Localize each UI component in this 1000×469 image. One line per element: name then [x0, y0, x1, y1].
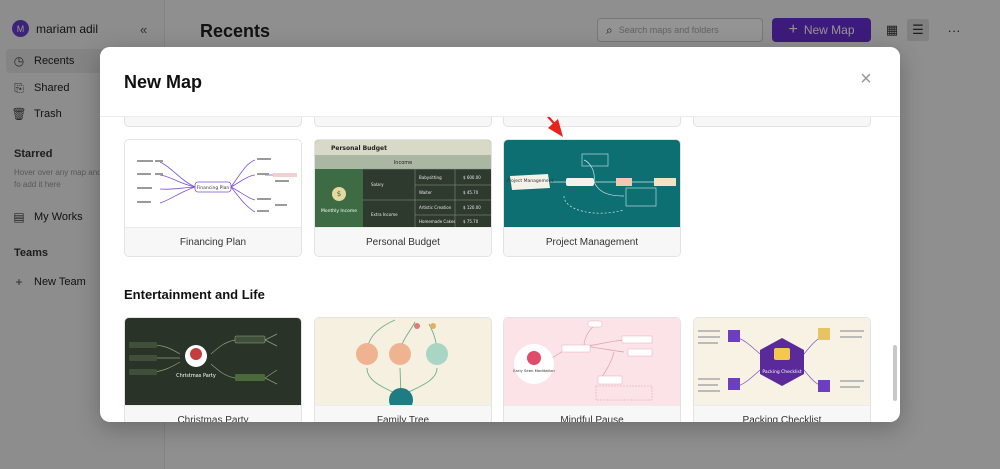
- budget-row-name: Homemade Cakes: [419, 219, 455, 224]
- mindful-pause-center: Early Seen Meditation: [513, 368, 555, 373]
- template-family-tree[interactable]: Family Tree: [314, 317, 492, 422]
- financing-plan-preview: Financing Plan: [125, 140, 301, 227]
- budget-row-value: $ 45.70: [463, 190, 479, 195]
- budget-row-name: Artistic Creation: [419, 205, 452, 210]
- family-tree-preview: [315, 318, 491, 405]
- template-card-partial[interactable]: [314, 117, 492, 127]
- template-packing-checklist[interactable]: Packing Checklist Packing Checklist: [693, 317, 871, 422]
- budget-row-value: $ 120.00: [463, 205, 481, 210]
- mindful-pause-preview: Early Seen Meditation: [504, 318, 680, 405]
- budget-row-name: Waiter: [419, 190, 432, 195]
- budget-subheading: Income: [394, 160, 412, 166]
- template-label: Financing Plan: [125, 227, 301, 256]
- template-card-partial[interactable]: [503, 117, 681, 127]
- dialog-header: New Map ×: [100, 47, 900, 117]
- template-financing-plan[interactable]: Financing Plan Financing Plan: [124, 139, 302, 257]
- christmas-party-center: Christmas Party: [176, 373, 216, 379]
- project-management-preview: Project Management: [504, 140, 680, 227]
- template-label: Mindful Pause: [504, 405, 680, 422]
- packing-checklist-preview: Packing Checklist: [694, 318, 870, 405]
- financing-plan-center: Financing Plan: [197, 185, 230, 191]
- template-label: Project Management: [504, 227, 680, 256]
- template-label: Family Tree: [315, 405, 491, 422]
- christmas-party-preview: Christmas Party: [125, 318, 301, 405]
- new-map-dialog: New Map × Financing Plan Financing Plan …: [100, 47, 900, 422]
- section-entertainment-title: Entertainment and Life: [124, 287, 265, 302]
- budget-side-label: Monthly Income: [321, 208, 357, 214]
- project-management-center: Project Management: [507, 178, 554, 184]
- template-label: Personal Budget: [315, 227, 491, 256]
- budget-group: Extra Income: [371, 212, 398, 217]
- template-card-partial[interactable]: [124, 117, 302, 127]
- template-mindful-pause[interactable]: Early Seen Meditation Mindful Pause: [503, 317, 681, 422]
- close-icon[interactable]: ×: [856, 68, 876, 90]
- budget-row-name: Babysitting: [419, 175, 442, 180]
- budget-heading: Personal Budget: [331, 145, 387, 152]
- budget-row-value: $ 75.70: [463, 219, 479, 224]
- template-label: Christmas Party: [125, 405, 301, 422]
- budget-group: Salary: [371, 182, 384, 187]
- template-project-management[interactable]: Project Management Project Management: [503, 139, 681, 257]
- dialog-title: New Map: [124, 72, 203, 92]
- template-gallery[interactable]: Financing Plan Financing Plan Personal B…: [100, 117, 900, 422]
- template-christmas-party[interactable]: Christmas Party Christmas Party: [124, 317, 302, 422]
- personal-budget-preview: Personal Budget Income $ Monthly Income …: [315, 140, 491, 227]
- scrollbar-thumb[interactable]: [893, 345, 897, 401]
- svg-text:$: $: [337, 190, 341, 198]
- template-label: Packing Checklist: [694, 405, 870, 422]
- packing-checklist-center: Packing Checklist: [762, 369, 801, 375]
- template-card-partial[interactable]: [693, 117, 871, 127]
- budget-row-value: $ 600.00: [463, 175, 481, 180]
- template-personal-budget[interactable]: Personal Budget Income $ Monthly Income …: [314, 139, 492, 257]
